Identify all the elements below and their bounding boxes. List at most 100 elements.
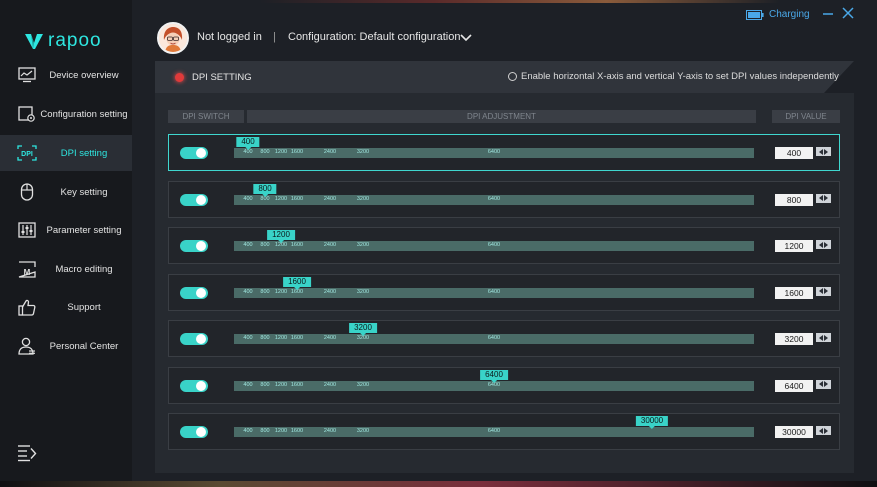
dpi-slider-track[interactable]: 400 800 1200 1600 2400 3200 6400 3200 xyxy=(234,323,754,344)
dpi-level-row[interactable]: 400 800 1200 1600 2400 3200 6400 1200 1200 xyxy=(168,227,840,264)
decrement-arrow-icon[interactable] xyxy=(819,195,823,201)
dpi-slider-handle[interactable]: 3200 xyxy=(349,323,377,336)
dpi-switch-toggle[interactable] xyxy=(180,147,208,159)
sidebar-item-label: Personal Center xyxy=(49,340,119,352)
increment-arrow-icon[interactable] xyxy=(824,427,828,434)
chevron-down-icon[interactable] xyxy=(460,33,472,43)
dpi-switch-toggle[interactable] xyxy=(180,193,208,206)
sidebar-item-macro-editing[interactable]: M Macro editing xyxy=(0,251,132,287)
toggle-knob xyxy=(196,287,206,298)
sidebar-item-label: Macro editing xyxy=(55,263,113,275)
dpi-value-stepper[interactable] xyxy=(816,333,831,342)
panel-header: DPI SETTING Enable horizontal X-axis and… xyxy=(155,61,854,93)
dpi-level-row[interactable]: 400 800 1200 1600 2400 3200 6400 30000 30000 xyxy=(168,413,840,450)
decrement-arrow-icon[interactable] xyxy=(819,148,823,155)
dpi-level-row[interactable]: 400 800 1200 1600 2400 3200 6400 400 400 xyxy=(168,134,840,171)
dpi-slider-handle[interactable]: 800 xyxy=(253,183,277,197)
decrement-arrow-icon[interactable] xyxy=(819,427,823,434)
sidebar-item-configuration-setting[interactable]: Configuration setting xyxy=(0,96,132,132)
dpi-switch-toggle[interactable] xyxy=(180,333,208,345)
svg-text:DPI: DPI xyxy=(21,151,33,158)
dpi-slider-track[interactable]: 400 800 1200 1600 2400 3200 6400 1200 xyxy=(234,230,754,251)
increment-arrow-icon[interactable] xyxy=(824,148,828,155)
dpi-slider-handle[interactable]: 400 xyxy=(236,137,260,150)
sidebar-item-label: Parameter setting xyxy=(46,224,122,236)
dpi-slider-handle[interactable]: 6400 xyxy=(480,369,508,383)
dpi-slider-handle[interactable]: 1200 xyxy=(267,230,295,243)
dpi-slider-handle[interactable]: 30000 xyxy=(635,416,669,429)
macro-icon: M xyxy=(17,259,37,279)
sidebar-item-key-setting[interactable]: Key setting xyxy=(0,174,132,210)
dpi-value-stepper[interactable] xyxy=(816,286,831,296)
dpi-slider-track[interactable]: 400 800 1200 1600 2400 3200 6400 1600 xyxy=(234,276,754,298)
login-status[interactable]: Not logged in xyxy=(197,31,262,43)
dpi-value-input[interactable]: 3200 xyxy=(775,333,813,345)
dpi-tick-label: 2400 xyxy=(323,149,337,155)
dpi-value-stepper[interactable] xyxy=(816,240,831,249)
dpi-tick-label: 400 xyxy=(243,381,253,388)
independent-xy-label[interactable]: Enable horizontal X-axis and vertical Y-… xyxy=(521,71,839,82)
dpi-level-row[interactable]: 400 800 1200 1600 2400 3200 6400 1600 1600 xyxy=(168,273,840,311)
sidebar-item-label: Key setting xyxy=(60,186,108,198)
dpi-slider-handle[interactable]: 1600 xyxy=(283,276,311,290)
dpi-tick-label: 6400 xyxy=(487,242,501,248)
close-icon[interactable] xyxy=(842,7,854,19)
thumbs-up-icon xyxy=(17,297,37,317)
sliders-icon xyxy=(17,220,37,240)
dpi-value-stepper[interactable] xyxy=(816,147,831,156)
sidebar-item-dpi-setting[interactable]: DPI DPI setting xyxy=(0,135,132,171)
collapse-menu-icon[interactable] xyxy=(17,444,37,462)
dpi-tick-label: 3200 xyxy=(356,149,370,155)
dpi-level-row[interactable]: 400 800 1200 1600 2400 3200 6400 6400 6400 xyxy=(168,366,840,404)
dpi-value-input[interactable]: 1600 xyxy=(775,286,813,299)
dpi-slider-track[interactable]: 400 800 1200 1600 2400 3200 6400 800 xyxy=(234,183,754,205)
dpi-tick-label: 1600 xyxy=(290,381,304,388)
dpi-slider-track[interactable]: 400 800 1200 1600 2400 3200 6400 6400 xyxy=(234,369,754,391)
dpi-level-row[interactable]: 400 800 1200 1600 2400 3200 6400 800 800 xyxy=(168,180,840,218)
dpi-switch-toggle[interactable] xyxy=(180,426,208,438)
toggle-knob xyxy=(196,241,206,251)
decrement-arrow-icon[interactable] xyxy=(819,241,823,248)
dpi-value-input[interactable]: 400 xyxy=(775,147,813,159)
decrement-arrow-icon[interactable] xyxy=(819,381,823,387)
dpi-switch-toggle[interactable] xyxy=(180,379,208,392)
dpi-tick-label: 1600 xyxy=(290,428,304,434)
sidebar-item-parameter-setting[interactable]: Parameter setting xyxy=(0,212,132,248)
decrement-arrow-icon[interactable] xyxy=(819,334,823,341)
sidebar-item-device-overview[interactable]: Device overview xyxy=(0,57,132,93)
avatar[interactable] xyxy=(157,22,189,54)
independent-xy-radio[interactable] xyxy=(508,72,517,81)
increment-arrow-icon[interactable] xyxy=(824,288,828,294)
dpi-tick-label: 2400 xyxy=(323,195,337,202)
avatar-face-icon xyxy=(159,24,187,52)
dpi-tick-label: 1200 xyxy=(274,195,288,202)
toggle-knob xyxy=(196,380,206,391)
dpi-switch-toggle[interactable] xyxy=(180,286,208,299)
dpi-level-row[interactable]: 400 800 1200 1600 2400 3200 6400 3200 3200 xyxy=(168,320,840,357)
increment-arrow-icon[interactable] xyxy=(824,381,828,387)
dpi-tick-label: 6400 xyxy=(487,149,501,155)
dpi-value-stepper[interactable] xyxy=(816,193,831,203)
sidebar-item-personal-center[interactable]: Personal Center xyxy=(0,328,132,364)
dpi-value-input[interactable]: 1200 xyxy=(775,240,813,252)
dpi-tick-label: 3200 xyxy=(356,242,370,248)
dpi-value-input[interactable]: 30000 xyxy=(775,426,813,438)
svg-text:M: M xyxy=(24,268,31,277)
sidebar-item-support[interactable]: Support xyxy=(0,289,132,325)
sidebar-item-label: Device overview xyxy=(49,69,119,81)
minimize-icon[interactable] xyxy=(822,6,834,20)
increment-arrow-icon[interactable] xyxy=(824,334,828,341)
configuration-selector[interactable]: Configuration: Default configuration xyxy=(288,31,460,43)
dpi-value-stepper[interactable] xyxy=(816,379,831,389)
dpi-value-stepper[interactable] xyxy=(816,426,831,435)
increment-arrow-icon[interactable] xyxy=(824,195,828,201)
decrement-arrow-icon[interactable] xyxy=(819,288,823,294)
dpi-slider-track[interactable]: 400 800 1200 1600 2400 3200 6400 400 xyxy=(234,137,754,158)
dpi-slider-track[interactable]: 400 800 1200 1600 2400 3200 6400 30000 xyxy=(234,416,754,437)
dpi-switch-toggle[interactable] xyxy=(180,240,208,252)
dpi-value-input[interactable]: 6400 xyxy=(775,379,813,392)
dpi-tick-label: 800 xyxy=(260,381,270,388)
dpi-value-input[interactable]: 800 xyxy=(775,193,813,206)
increment-arrow-icon[interactable] xyxy=(824,241,828,248)
dpi-tick-label: 1600 xyxy=(290,149,304,155)
